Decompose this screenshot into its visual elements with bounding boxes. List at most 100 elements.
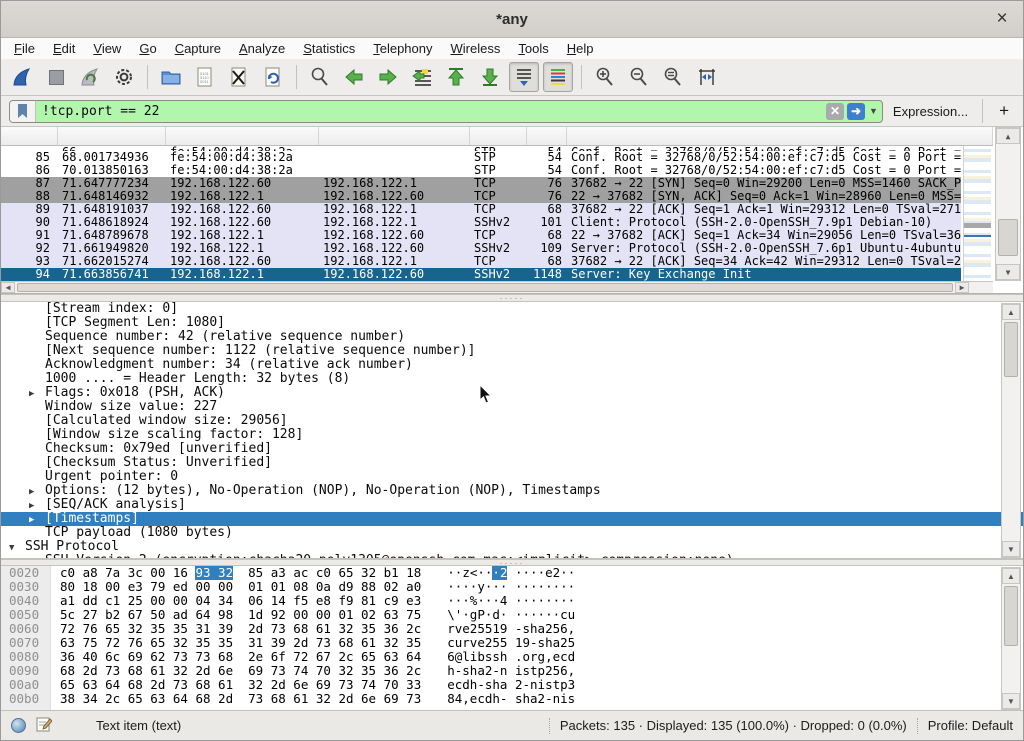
resize-columns-icon[interactable] [692, 62, 722, 92]
expander-icon[interactable]: ▶ [29, 387, 45, 401]
filter-bookmark-icon[interactable] [10, 101, 36, 122]
reload-capture-icon[interactable] [258, 62, 288, 92]
packet-row[interactable]: 91 71.648789678 192.168.122.1 192.168.12… [1, 229, 961, 242]
display-filter-input[interactable]: !tcp.port == 22 ✕ ➜ ▼ [9, 100, 883, 123]
column-header[interactable] [319, 127, 470, 145]
detail-row[interactable]: ▶Flags: 0x018 (PSH, ACK) [1, 386, 1023, 400]
scroll-left-icon[interactable]: ◀ [1, 282, 15, 293]
hex-row[interactable]: 0020c0 a8 7a 3c 00 16 93 32 85 a3 ac c0 … [1, 566, 1023, 580]
column-header[interactable] [567, 127, 993, 145]
column-header[interactable] [527, 127, 567, 145]
detail-row[interactable]: [TCP Segment Len: 1080] [1, 316, 1023, 330]
detail-row[interactable]: [Calculated window size: 29056] [1, 414, 1023, 428]
hex-row[interactable]: 0040a1 dd c1 25 00 00 04 34 06 14 f5 e8 … [1, 594, 1023, 608]
hex-row[interactable]: 003080 18 00 e3 79 ed 00 00 01 01 08 0a … [1, 580, 1023, 594]
capture-comment-icon[interactable] [36, 716, 52, 735]
go-forward-icon[interactable] [373, 62, 403, 92]
packet-row[interactable]: 94 71.663856741 192.168.122.1 192.168.12… [1, 268, 961, 281]
packet-row[interactable]: 87 71.647777234 192.168.122.60 192.168.1… [1, 177, 961, 190]
expression-button[interactable]: Expression... [889, 104, 972, 119]
hex-row[interactable]: 00a065 63 64 68 2d 73 68 61 32 2d 6e 69 … [1, 678, 1023, 692]
packet-row[interactable]: 92 71.661949820 192.168.122.1 192.168.12… [1, 242, 961, 255]
go-to-packet-icon[interactable] [407, 62, 437, 92]
packet-row[interactable]: 85 68.001734936 fe:54:00:d4:38:2a STP 54… [1, 151, 961, 164]
menu-item[interactable]: Tools [509, 39, 557, 58]
menu-item[interactable]: Go [130, 39, 165, 58]
go-back-icon[interactable] [339, 62, 369, 92]
detail-row[interactable]: [Window size scaling factor: 128] [1, 428, 1023, 442]
add-filter-button[interactable]: + [993, 101, 1015, 121]
detail-row[interactable]: [Stream index: 0] [1, 302, 1023, 316]
detail-row[interactable]: Checksum: 0x79ed [unverified] [1, 442, 1023, 456]
profile-status[interactable]: Profile: Default [928, 718, 1013, 733]
packet-row[interactable]: 90 71.648618924 192.168.122.60 192.168.1… [1, 216, 961, 229]
packet-row[interactable]: 93 71.662015274 192.168.122.60 192.168.1… [1, 255, 961, 268]
expert-info-icon[interactable] [11, 718, 26, 733]
open-capture-icon[interactable] [156, 62, 186, 92]
restart-capture-icon[interactable] [75, 62, 105, 92]
scroll-right-icon[interactable]: ▶ [955, 282, 969, 293]
colorize-icon[interactable] [543, 62, 573, 92]
pane-splitter[interactable]: ····· [1, 294, 1023, 302]
detail-row[interactable]: Urgent pointer: 0 [1, 470, 1023, 484]
expander-icon[interactable]: ▼ [9, 541, 25, 555]
column-header[interactable] [58, 127, 166, 145]
menu-item[interactable]: Edit [44, 39, 84, 58]
menu-item[interactable]: View [84, 39, 130, 58]
detail-row[interactable]: ▼SSH Protocol [1, 540, 1023, 554]
auto-scroll-icon[interactable] [509, 62, 539, 92]
menu-item[interactable]: File [5, 39, 44, 58]
close-icon[interactable]: × [989, 6, 1015, 32]
packet-list-hscrollbar[interactable]: ◀ ▶ [1, 281, 993, 293]
details-vscrollbar[interactable]: ▲ ▼ [1001, 303, 1021, 558]
pane-splitter[interactable]: ····· [1, 559, 1023, 566]
detail-row[interactable]: Window size value: 227 [1, 400, 1023, 414]
detail-row[interactable]: ▶Options: (12 bytes), No-Operation (NOP)… [1, 484, 1023, 498]
hex-row[interactable]: 008036 40 6c 69 62 73 73 68 2e 6f 72 67 … [1, 650, 1023, 664]
detail-row[interactable]: ▶[Timestamps] [1, 512, 1023, 526]
hex-row[interactable]: 00505c 27 b2 67 50 ad 64 98 1d 92 00 00 … [1, 608, 1023, 622]
menu-item[interactable]: Telephony [364, 39, 441, 58]
scroll-up-icon[interactable]: ▲ [996, 128, 1020, 144]
start-capture-icon[interactable] [7, 62, 37, 92]
intelligent-scrollbar-minimap[interactable] [963, 146, 991, 281]
filter-apply-icon[interactable]: ➜ [847, 103, 865, 120]
detail-row[interactable]: [Next sequence number: 1122 (relative se… [1, 344, 1023, 358]
menu-item[interactable]: Capture [166, 39, 230, 58]
packet-row[interactable]: 89 71.648191037 192.168.122.60 192.168.1… [1, 203, 961, 216]
save-capture-icon[interactable]: 010101100011 [190, 62, 220, 92]
scroll-up-icon[interactable]: ▲ [1002, 304, 1020, 320]
scroll-down-icon[interactable]: ▼ [1002, 693, 1020, 709]
menu-item[interactable]: Statistics [294, 39, 364, 58]
filter-clear-icon[interactable]: ✕ [826, 103, 844, 120]
scroll-down-icon[interactable]: ▼ [996, 264, 1020, 280]
hex-row[interactable]: 006072 76 65 32 35 35 31 39 2d 73 68 61 … [1, 622, 1023, 636]
zoom-reset-icon[interactable] [658, 62, 688, 92]
scroll-up-icon[interactable]: ▲ [1002, 568, 1020, 584]
filter-history-caret-icon[interactable]: ▼ [869, 106, 878, 116]
menu-item[interactable]: Help [558, 39, 603, 58]
menu-item[interactable]: Wireless [442, 39, 510, 58]
hex-row[interactable]: 007063 75 72 76 65 32 35 35 31 39 2d 73 … [1, 636, 1023, 650]
column-header[interactable] [1, 127, 58, 145]
packet-list-vscrollbar[interactable]: ▲ ▼ [995, 127, 1021, 281]
go-top-icon[interactable] [441, 62, 471, 92]
zoom-out-icon[interactable] [624, 62, 654, 92]
detail-row[interactable]: ▶[SEQ/ACK analysis] [1, 498, 1023, 512]
detail-row[interactable]: Sequence number: 42 (relative sequence n… [1, 330, 1023, 344]
scroll-down-icon[interactable]: ▼ [1002, 541, 1020, 557]
find-packet-icon[interactable] [305, 62, 335, 92]
hex-row[interactable]: 009068 2d 73 68 61 32 2d 6e 69 73 74 70 … [1, 664, 1023, 678]
detail-row[interactable]: 1000 .... = Header Length: 32 bytes (8) [1, 372, 1023, 386]
close-capture-icon[interactable] [224, 62, 254, 92]
packet-row[interactable]: 86 70.013850163 fe:54:00:d4:38:2a STP 54… [1, 164, 961, 177]
stop-capture-icon[interactable] [41, 62, 71, 92]
bytes-vscrollbar[interactable]: ▲ ▼ [1001, 567, 1021, 710]
detail-row[interactable]: Acknowledgment number: 34 (relative ack … [1, 358, 1023, 372]
menu-item[interactable]: Analyze [230, 39, 294, 58]
go-bottom-icon[interactable] [475, 62, 505, 92]
column-header[interactable] [470, 127, 527, 145]
column-header[interactable] [166, 127, 319, 145]
filter-value[interactable]: !tcp.port == 22 [36, 104, 826, 119]
detail-row[interactable]: [Checksum Status: Unverified] [1, 456, 1023, 470]
